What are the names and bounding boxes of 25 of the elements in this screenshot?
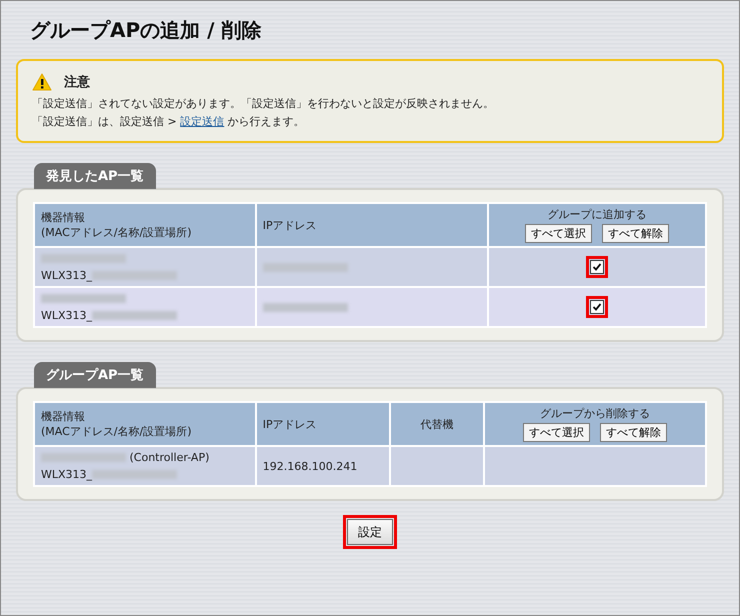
warning-icon [32, 73, 52, 91]
column-header: グループから削除する [539, 406, 652, 421]
select-button[interactable]: すべて解除 [602, 224, 669, 243]
notice-heading: 注意 [64, 74, 90, 91]
select-button[interactable]: すべて解除 [600, 423, 668, 442]
cell-text: WLX313_ [41, 468, 92, 481]
column-header: IPアドレス [262, 218, 317, 232]
cell-text: WLX313_ [41, 309, 92, 322]
submit-button[interactable]: 設定 [347, 519, 393, 545]
select-button[interactable]: すべて選択 [523, 423, 590, 442]
column-header: 代替機 [420, 418, 454, 430]
cell-text: (Controller-AP) [128, 451, 210, 464]
notice-text: 「設定送信」は、設定送信 > 設定送信 から行えます。 [32, 114, 306, 130]
column-header: グループに追加する [546, 207, 648, 222]
page-title: グループAPの追加 / 削除 [30, 17, 262, 44]
column-header: 機器情報 (MACアドレス/名称/設置場所) [41, 410, 192, 438]
settings-link[interactable]: 設定送信 [180, 115, 224, 128]
select-button[interactable]: すべて選択 [524, 224, 592, 243]
cell-text: WLX313_ [41, 269, 92, 282]
column-header: IPアドレス [262, 418, 317, 430]
column-header: 機器情報 (MACアドレス/名称/設置場所) [41, 211, 192, 239]
checkbox[interactable] [590, 300, 604, 314]
checkbox[interactable] [590, 260, 604, 274]
notice-text: 「設定送信」されてない設定があります。「設定送信」を行わないと設定が反映されません。 [32, 96, 495, 112]
cell-text: 192.168.100.241 [262, 460, 358, 472]
